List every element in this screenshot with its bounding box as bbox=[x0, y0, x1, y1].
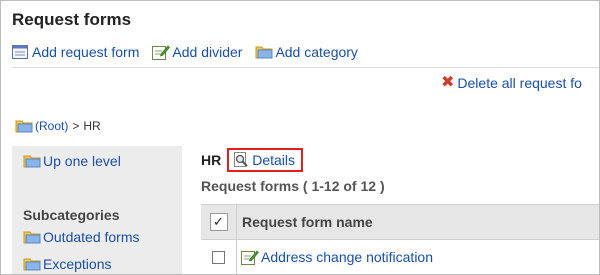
table-row: Address change notification bbox=[201, 240, 599, 274]
list-count: Request forms ( 1-12 of 12 ) bbox=[201, 178, 385, 194]
category-header: HR Details bbox=[201, 148, 304, 172]
sidebar-item-label: Exceptions bbox=[43, 256, 112, 272]
folder-icon bbox=[23, 153, 41, 169]
delete-all-button[interactable]: ✖ Delete all request fo bbox=[441, 74, 582, 92]
details-link[interactable]: Details bbox=[227, 148, 304, 172]
breadcrumb-root-link[interactable]: (Root) bbox=[35, 119, 68, 133]
row-check-cell bbox=[201, 240, 237, 274]
details-label: Details bbox=[252, 152, 296, 168]
folder-icon bbox=[23, 256, 41, 272]
page-title: Request forms bbox=[12, 10, 132, 29]
select-all-button[interactable]: ✓ bbox=[209, 213, 228, 231]
up-one-level-label: Up one level bbox=[43, 153, 121, 169]
magnifier-icon bbox=[233, 152, 250, 168]
delete-icon: ✖ bbox=[441, 74, 455, 91]
sidebar: Up one level Subcategories Outdated form… bbox=[12, 146, 182, 274]
row-name-link[interactable]: Address change notification bbox=[261, 249, 433, 265]
add-request-form-button[interactable]: Add request form bbox=[12, 44, 139, 60]
add-divider-label: Add divider bbox=[172, 44, 243, 60]
toolbar: Add request form Add divider Add categor… bbox=[12, 42, 371, 62]
up-one-level-link[interactable]: Up one level bbox=[23, 153, 121, 169]
breadcrumb-separator: > bbox=[72, 119, 80, 133]
subcategories-heading: Subcategories bbox=[23, 207, 120, 223]
folder-icon bbox=[23, 229, 41, 245]
sidebar-item-label: Outdated forms bbox=[43, 229, 140, 245]
folder-icon bbox=[255, 44, 273, 60]
folder-icon bbox=[15, 119, 33, 133]
category-name: HR bbox=[201, 152, 222, 168]
add-category-label: Add category bbox=[275, 44, 358, 60]
add-divider-button[interactable]: Add divider bbox=[152, 44, 242, 60]
form-icon bbox=[12, 44, 30, 60]
sidebar-item-outdated-forms[interactable]: Outdated forms bbox=[23, 229, 140, 245]
edit-icon bbox=[241, 249, 259, 265]
row-name-cell: Address change notification bbox=[237, 249, 433, 265]
select-all-cell: ✓ bbox=[201, 204, 237, 240]
breadcrumb: (Root) > HR bbox=[15, 119, 101, 133]
delete-all-label: Delete all request fo bbox=[457, 75, 582, 91]
table-header: ✓ Request form name bbox=[201, 204, 599, 240]
app-frame: Request forms Add request form Add divid… bbox=[0, 0, 600, 275]
toolbar-divider bbox=[12, 67, 599, 68]
edit-icon bbox=[152, 44, 171, 60]
add-request-form-label: Add request form bbox=[32, 44, 140, 60]
sidebar-item-exceptions[interactable]: Exceptions bbox=[23, 256, 111, 272]
breadcrumb-current: HR bbox=[83, 119, 101, 133]
request-forms-table: ✓ Request form name Address change notif… bbox=[201, 204, 599, 274]
row-checkbox[interactable] bbox=[212, 250, 225, 264]
add-category-button[interactable]: Add category bbox=[255, 44, 358, 60]
column-header-name: Request form name bbox=[242, 214, 373, 230]
